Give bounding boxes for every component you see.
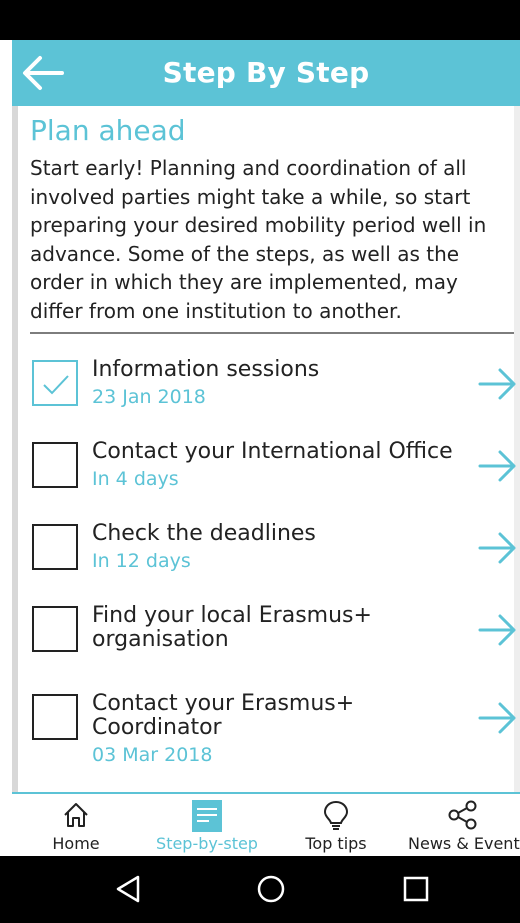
recents-square-icon[interactable] <box>402 874 430 904</box>
section-title: Plan ahead <box>30 114 186 147</box>
step-date: 23 Jan 2018 <box>92 386 206 408</box>
step-checkbox[interactable] <box>32 442 78 488</box>
lightbulb-icon <box>323 800 349 830</box>
status-bar <box>0 0 520 40</box>
divider <box>30 332 514 334</box>
system-nav-bar <box>0 856 520 923</box>
left-accent-bar <box>12 106 18 792</box>
arrow-right-icon[interactable] <box>476 528 520 568</box>
page-title: Step By Step <box>162 56 370 89</box>
back-triangle-icon[interactable] <box>114 874 142 904</box>
home-icon <box>64 803 88 827</box>
step-label: Information sessions <box>92 357 320 382</box>
section-intro: Start early! Planning and coordination o… <box>30 156 487 323</box>
nav-label: Home <box>52 834 100 853</box>
step-item-information-sessions[interactable]: Information sessions 23 Jan 2018 <box>30 356 520 426</box>
step-label: Find your local Erasmus+ organisation <box>92 603 372 652</box>
step-date: In 12 days <box>92 550 191 572</box>
nav-home[interactable]: Home <box>38 794 114 856</box>
document-icon <box>192 800 222 832</box>
step-date: 03 Mar 2018 <box>92 744 213 766</box>
nav-label: Step-by-step <box>156 834 258 853</box>
bottom-nav: Home Step-by-step Top tips News & Events <box>12 792 520 856</box>
step-label: Contact your International Office <box>92 439 453 464</box>
step-checkbox[interactable] <box>32 606 78 652</box>
home-circle-icon[interactable] <box>256 874 286 904</box>
step-item-contact-coordinator[interactable]: Contact your Erasmus+ Coordinator 03 Mar… <box>30 690 520 770</box>
checkmark-icon <box>43 375 69 395</box>
arrow-right-icon[interactable] <box>476 698 520 738</box>
nav-news-events[interactable]: News & Events <box>406 794 520 856</box>
arrow-right-icon[interactable] <box>476 364 520 404</box>
step-item-find-local-organisation[interactable]: Find your local Erasmus+ organisation <box>30 602 520 672</box>
step-checkbox[interactable] <box>32 524 78 570</box>
step-label: Check the deadlines <box>92 521 316 546</box>
step-date: In 4 days <box>92 468 179 490</box>
nav-label: News & Events <box>408 834 520 853</box>
arrow-right-icon[interactable] <box>476 446 520 486</box>
nav-step-by-step[interactable]: Step-by-step <box>152 794 262 856</box>
step-checkbox[interactable] <box>32 694 78 740</box>
arrow-right-icon[interactable] <box>476 610 520 650</box>
step-item-check-deadlines[interactable]: Check the deadlines In 12 days <box>30 520 520 590</box>
step-item-contact-international-office[interactable]: Contact your International Office In 4 d… <box>30 438 520 508</box>
nav-label: Top tips <box>305 834 367 853</box>
step-label: Contact your Erasmus+ Coordinator <box>92 691 355 740</box>
nav-top-tips[interactable]: Top tips <box>296 794 376 856</box>
app-bar: Step By Step <box>12 40 520 106</box>
step-checkbox[interactable] <box>32 360 78 406</box>
share-icon <box>448 800 477 830</box>
